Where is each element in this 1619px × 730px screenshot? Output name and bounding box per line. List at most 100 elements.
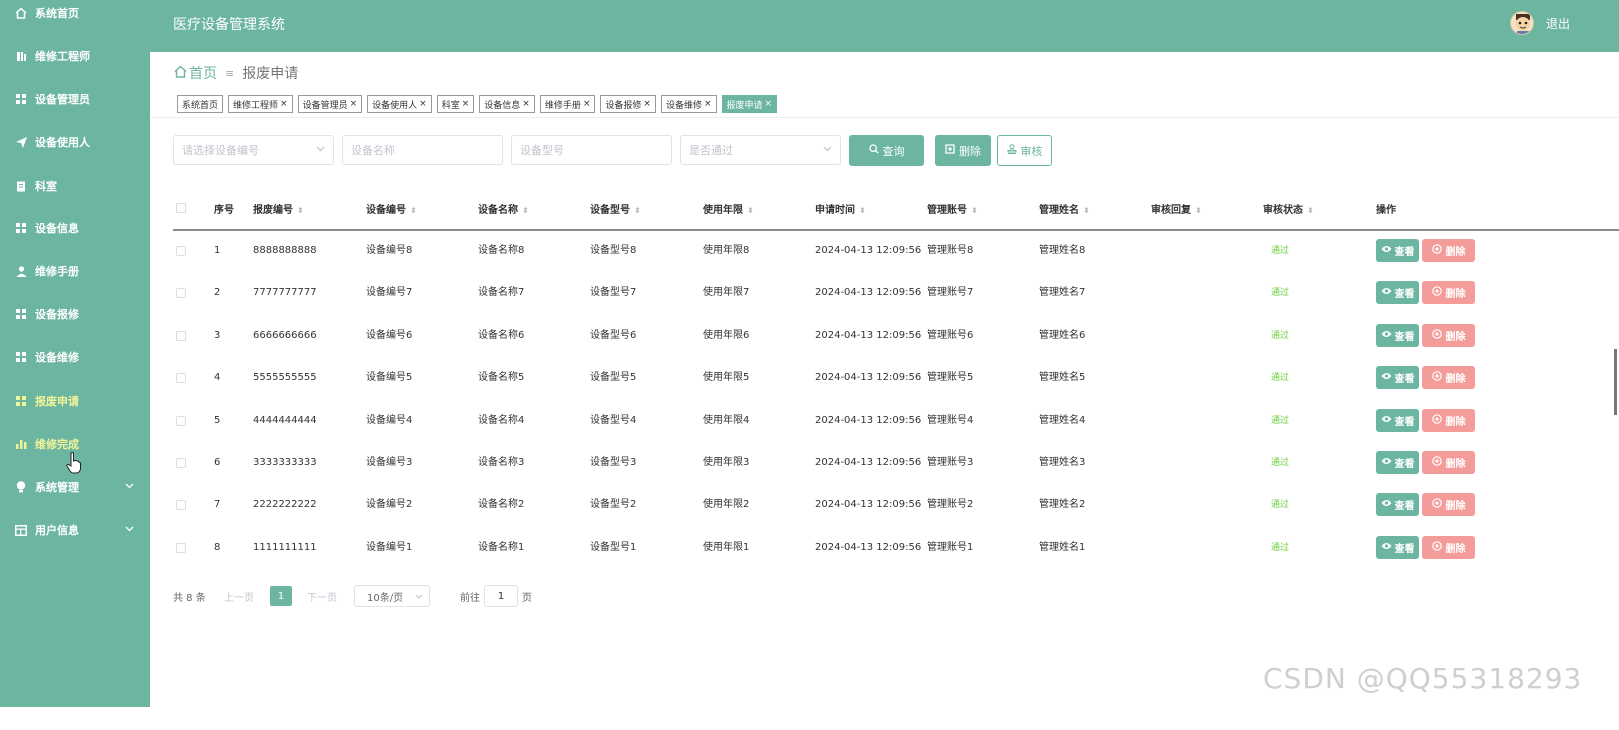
close-icon[interactable]: × — [522, 99, 530, 109]
delete-button[interactable]: 删除 — [1422, 239, 1475, 262]
scrollbar[interactable] — [1614, 349, 1617, 415]
breadcrumb-home[interactable]: 首页 — [189, 63, 217, 83]
column-header[interactable]: 报废编号 ⬍ — [253, 201, 304, 216]
column-header[interactable]: 设备名称 ⬍ — [478, 201, 529, 216]
close-icon[interactable]: × — [419, 99, 427, 109]
cell-device-model: 设备型号1 — [590, 542, 637, 553]
row-checkbox[interactable] — [176, 416, 186, 426]
view-button[interactable]: 查看 — [1376, 451, 1419, 474]
sort-icon[interactable]: ⬍ — [747, 206, 754, 215]
row-checkbox[interactable] — [176, 331, 186, 341]
sidebar-item-repair[interactable]: 设备维修 — [0, 345, 150, 369]
close-icon[interactable]: × — [350, 99, 358, 109]
tag-repair[interactable]: 设备维修 × — [660, 95, 717, 113]
sidebar-item-system[interactable]: 系统管理 — [0, 475, 150, 499]
delete-button[interactable]: 删除 — [1422, 451, 1475, 474]
prev-page-button[interactable]: 上一页 — [224, 586, 254, 606]
view-button[interactable]: 查看 — [1376, 324, 1419, 347]
column-header[interactable]: 申请时间 ⬍ — [815, 201, 866, 216]
tag-repair-request[interactable]: 设备报修 × — [600, 95, 656, 113]
sidebar-item-user-info[interactable]: 用户信息 — [0, 518, 150, 542]
column-header[interactable]: 使用年限 ⬍ — [703, 201, 754, 216]
avatar[interactable] — [1510, 11, 1534, 35]
sort-icon[interactable]: ⬍ — [522, 206, 529, 215]
goto-label: 前往 — [460, 592, 480, 604]
close-icon[interactable]: × — [765, 99, 773, 109]
goto-page-input[interactable]: 1 — [484, 585, 518, 607]
sidebar-item-manual[interactable]: 维修手册 — [0, 259, 150, 283]
sort-icon[interactable]: ⬍ — [297, 206, 304, 215]
page-unit-label: 页 — [522, 592, 532, 604]
sort-icon[interactable]: ⬍ — [410, 206, 417, 215]
column-header[interactable]: 管理账号 ⬍ — [927, 201, 978, 216]
batch-delete-button[interactable]: 删除 — [935, 135, 991, 166]
view-button[interactable]: 查看 — [1376, 409, 1419, 432]
sidebar-item-department[interactable]: 科室 — [0, 174, 150, 198]
column-header[interactable]: 审核状态 ⬍ — [1263, 201, 1314, 216]
view-button[interactable]: 查看 — [1376, 281, 1419, 304]
sidebar-item-engineer[interactable]: 维修工程师 — [0, 44, 150, 68]
column-header[interactable]: 管理姓名 ⬍ — [1039, 201, 1090, 216]
tag-bar: 系统首页 维修工程师 × 设备管理员 × 设备使用人 × 科室 × 设备信息 × 维修手册… — [177, 95, 782, 113]
tag-device-info[interactable]: 设备信息 × — [479, 95, 535, 113]
sidebar-item-device-user[interactable]: 设备使用人 — [0, 130, 150, 154]
cell-index: 2 — [214, 287, 221, 298]
view-button[interactable]: 查看 — [1376, 366, 1419, 389]
row-checkbox[interactable] — [176, 373, 186, 383]
row-checkbox[interactable] — [176, 500, 186, 510]
delete-button[interactable]: 删除 — [1422, 409, 1475, 432]
tag-department[interactable]: 科室 × — [436, 95, 475, 113]
delete-button[interactable]: 删除 — [1422, 493, 1475, 516]
select-all-checkbox[interactable] — [176, 203, 186, 213]
close-icon[interactable]: × — [462, 99, 470, 109]
tag-label: 设备报修 — [605, 100, 642, 111]
tag-home[interactable]: 系统首页 — [177, 95, 224, 113]
sort-icon[interactable]: ⬍ — [1195, 206, 1202, 215]
sort-icon[interactable]: ⬍ — [971, 206, 978, 215]
view-button[interactable]: 查看 — [1376, 493, 1419, 516]
sidebar-item-home[interactable]: 系统首页 — [0, 1, 150, 25]
tag-device-admin[interactable]: 设备管理员 × — [297, 95, 363, 113]
column-header[interactable]: 审核回复 ⬍ — [1151, 201, 1202, 216]
tag-device-user[interactable]: 设备使用人 × — [367, 95, 432, 113]
row-checkbox[interactable] — [176, 458, 186, 468]
sidebar-item-device-info[interactable]: 设备信息 — [0, 216, 150, 240]
sidebar-item-scrap-request[interactable]: 报废申请 — [0, 389, 150, 413]
column-header[interactable]: 设备编号 ⬍ — [366, 201, 417, 216]
delete-button-label: 删除 — [1445, 332, 1466, 343]
tag-engineer[interactable]: 维修工程师 × — [228, 95, 293, 113]
search-button[interactable]: 查询 — [849, 135, 924, 166]
logout-link[interactable]: 退出 — [1546, 15, 1570, 32]
home-icon — [174, 65, 187, 82]
view-button[interactable]: 查看 — [1376, 536, 1419, 559]
close-icon[interactable]: × — [704, 99, 712, 109]
view-button[interactable]: 查看 — [1376, 239, 1419, 262]
delete-button[interactable]: 删除 — [1422, 536, 1475, 559]
row-checkbox[interactable] — [176, 246, 186, 256]
device-model-input[interactable]: 设备型号 — [511, 135, 672, 165]
close-icon[interactable]: × — [280, 99, 288, 109]
column-header[interactable]: 设备型号 ⬍ — [590, 201, 641, 216]
delete-button[interactable]: 删除 — [1422, 366, 1475, 389]
close-icon[interactable]: × — [643, 99, 651, 109]
delete-button[interactable]: 删除 — [1422, 281, 1475, 304]
page-size-select[interactable]: 10条/页 — [354, 585, 430, 607]
passed-select[interactable]: 是否通过 — [680, 135, 841, 165]
row-checkbox[interactable] — [176, 288, 186, 298]
audit-button[interactable]: 审核 — [997, 135, 1052, 166]
sidebar-item-repair-request[interactable]: 设备报修 — [0, 302, 150, 326]
sidebar-item-device-admin[interactable]: 设备管理员 — [0, 87, 150, 111]
sort-icon[interactable]: ⬍ — [1307, 206, 1314, 215]
sort-icon[interactable]: ⬍ — [634, 206, 641, 215]
device-no-select[interactable]: 请选择设备编号 — [173, 135, 334, 165]
tag-manual[interactable]: 维修手册 × — [539, 95, 596, 113]
delete-button[interactable]: 删除 — [1422, 324, 1475, 347]
sort-icon[interactable]: ⬍ — [859, 206, 866, 215]
next-page-button[interactable]: 下一页 — [307, 586, 337, 606]
close-icon[interactable]: × — [583, 99, 591, 109]
page-number-current[interactable]: 1 — [270, 586, 292, 606]
tag-scrap-request[interactable]: 报废申请 × — [721, 95, 778, 113]
sort-icon[interactable]: ⬍ — [1083, 206, 1090, 215]
row-checkbox[interactable] — [176, 543, 186, 553]
device-name-input[interactable]: 设备名称 — [342, 135, 503, 165]
